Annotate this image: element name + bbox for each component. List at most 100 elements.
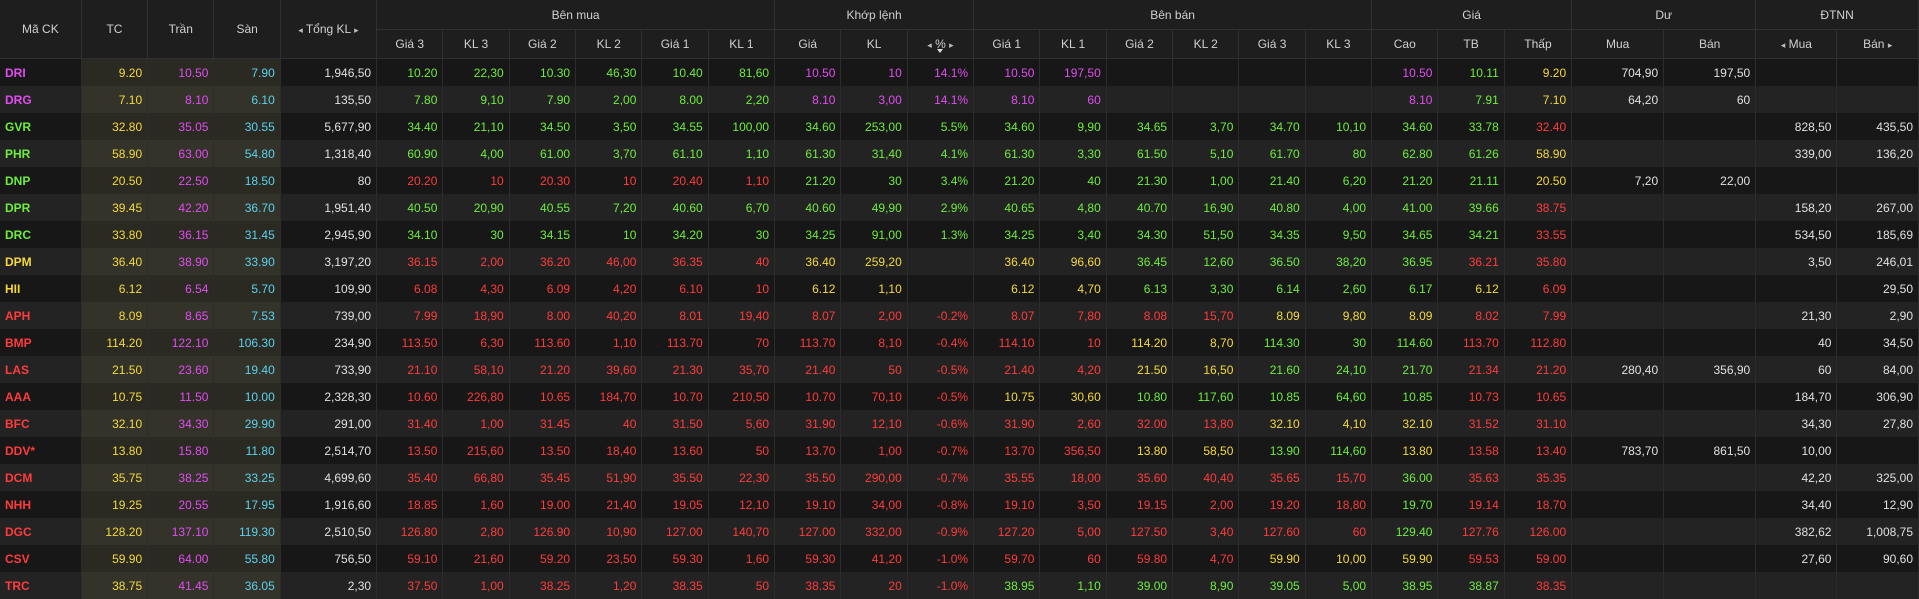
cell-floor-price: 54.80 xyxy=(214,140,280,167)
stock-row[interactable]: DPM36.4038.9033.903,197,2036.152,0036.20… xyxy=(0,248,1919,275)
cell-ceil-price: 63.00 xyxy=(148,140,214,167)
stock-row[interactable]: LAS21.5023.6019.40733,9021.1058,1021.203… xyxy=(0,356,1919,383)
stock-row[interactable]: DNP20.5022.5018.508020.201020.301020.401… xyxy=(0,167,1919,194)
cell-buy-p1: 20.40 xyxy=(642,167,708,194)
col-total-vol[interactable]: ◂ Tổng KL ▸ xyxy=(280,0,376,59)
col-buy-p3[interactable]: Giá 3 xyxy=(377,30,443,59)
cell-buy-p2: 34.15 xyxy=(509,221,575,248)
col-sell-v3[interactable]: KL 3 xyxy=(1305,30,1371,59)
cell-match-pct: -1.0% xyxy=(907,572,973,599)
cell-symbol[interactable]: TRC xyxy=(0,572,81,599)
col-foreign-buy[interactable]: ◂ Mua xyxy=(1756,30,1837,59)
stock-row[interactable]: DCM35.7538.2533.254,699,6035.4066,8035.4… xyxy=(0,464,1919,491)
stock-row[interactable]: GVR32.8035.0530.555,677,9034.4021,1034.5… xyxy=(0,113,1919,140)
cell-foreign-buy xyxy=(1756,86,1837,113)
cell-symbol[interactable]: AAA xyxy=(0,383,81,410)
col-high[interactable]: Cao xyxy=(1372,30,1438,59)
col-foreign-buy-label: Mua xyxy=(1789,37,1812,51)
group-residual: Dư xyxy=(1572,0,1756,30)
col-foreign-sell[interactable]: Bán ▸ xyxy=(1837,30,1919,59)
stock-row[interactable]: DRC33.8036.1531.452,945,9034.103034.1510… xyxy=(0,221,1919,248)
cell-buy-v2: 23,50 xyxy=(576,545,642,572)
cell-symbol[interactable]: DDV* xyxy=(0,437,81,464)
cell-symbol[interactable]: NHH xyxy=(0,491,81,518)
stock-row[interactable]: BFC32.1034.3029.90291,0031.401,0031.4540… xyxy=(0,410,1919,437)
stock-row[interactable]: CSV59.9064.0055.80756,5059.1021,6059.202… xyxy=(0,545,1919,572)
stock-row[interactable]: AAA10.7511.5010.002,328,3010.60226,8010.… xyxy=(0,383,1919,410)
cell-symbol[interactable]: BFC xyxy=(0,410,81,437)
cell-symbol[interactable]: DPM xyxy=(0,248,81,275)
cell-sell-p2: 36.45 xyxy=(1106,248,1172,275)
col-res-sell[interactable]: Bán xyxy=(1664,30,1756,59)
stock-row[interactable]: DDV*13.8015.8011.802,514,7013.50215,6013… xyxy=(0,437,1919,464)
cell-match-vol: 41,20 xyxy=(841,545,907,572)
scroll-right-icon[interactable]: ▸ xyxy=(354,25,359,35)
cell-symbol[interactable]: PHR xyxy=(0,140,81,167)
stock-row[interactable]: PHR58.9063.0054.801,318,4060.904,0061.00… xyxy=(0,140,1919,167)
col-res-buy[interactable]: Mua xyxy=(1572,30,1664,59)
col-sell-p3[interactable]: Giá 3 xyxy=(1239,30,1305,59)
cell-symbol[interactable]: DGC xyxy=(0,518,81,545)
col-sell-v1[interactable]: KL 1 xyxy=(1040,30,1106,59)
stock-row[interactable]: DGC128.20137.10119.302,510,50126.802,801… xyxy=(0,518,1919,545)
stock-row[interactable]: BMP114.20122.10106.30234,90113.506,30113… xyxy=(0,329,1919,356)
col-ref[interactable]: TC xyxy=(81,0,147,59)
stock-row[interactable]: NHH19.2520.5517.951,916,6018.851,6019.00… xyxy=(0,491,1919,518)
stock-row[interactable]: HII6.126.545.70109,906.084,306.094,206.1… xyxy=(0,275,1919,302)
cell-buy-v1: 19,40 xyxy=(708,302,774,329)
col-sell-p2[interactable]: Giá 2 xyxy=(1106,30,1172,59)
toggle-right-icon[interactable]: ▸ xyxy=(949,40,954,50)
cell-sell-p3: 21.60 xyxy=(1239,356,1305,383)
foreign-left-icon[interactable]: ◂ xyxy=(1781,40,1786,50)
foreign-right-icon[interactable]: ▸ xyxy=(1888,40,1893,50)
stock-row[interactable]: DPR39.4542.2036.701,951,4040.5020,9040.5… xyxy=(0,194,1919,221)
stock-row[interactable]: DRG7.108.106.10135,507.809,107.902,008.0… xyxy=(0,86,1919,113)
col-match-price[interactable]: Giá xyxy=(775,30,841,59)
cell-symbol[interactable]: DRG xyxy=(0,86,81,113)
col-avg[interactable]: TB xyxy=(1438,30,1504,59)
cell-res-sell xyxy=(1664,518,1756,545)
toggle-left-icon[interactable]: ◂ xyxy=(927,40,932,50)
col-buy-p1[interactable]: Giá 1 xyxy=(642,30,708,59)
col-buy-v2[interactable]: KL 2 xyxy=(576,30,642,59)
cell-ref-price: 21.50 xyxy=(81,356,147,383)
cell-symbol[interactable]: DCM xyxy=(0,464,81,491)
col-symbol[interactable]: Mã CK xyxy=(0,0,81,59)
stock-row[interactable]: APH8.098.657.53739,007.9918,908.0040,208… xyxy=(0,302,1919,329)
cell-symbol[interactable]: DPR xyxy=(0,194,81,221)
stock-row[interactable]: DRI9.2010.507.901,946,5010.2022,3010.304… xyxy=(0,59,1919,87)
cell-foreign-sell: 27,80 xyxy=(1837,410,1919,437)
cell-sell-v3: 9,50 xyxy=(1305,221,1371,248)
col-buy-p2[interactable]: Giá 2 xyxy=(509,30,575,59)
cell-res-sell xyxy=(1664,113,1756,140)
cell-symbol[interactable]: HII xyxy=(0,275,81,302)
scroll-left-icon[interactable]: ◂ xyxy=(298,25,303,35)
col-match-vol[interactable]: KL xyxy=(841,30,907,59)
cell-symbol[interactable]: DRI xyxy=(0,59,81,87)
cell-symbol[interactable]: BMP xyxy=(0,329,81,356)
cell-symbol[interactable]: DRC xyxy=(0,221,81,248)
cell-sell-v3: 9,80 xyxy=(1305,302,1371,329)
cell-buy-p2: 19.00 xyxy=(509,491,575,518)
cell-symbol[interactable]: DNP xyxy=(0,167,81,194)
cell-sell-v1: 4,70 xyxy=(1040,275,1106,302)
col-sell-p1[interactable]: Giá 1 xyxy=(974,30,1040,59)
cell-symbol[interactable]: LAS xyxy=(0,356,81,383)
cell-high: 38.95 xyxy=(1372,572,1438,599)
cell-symbol[interactable]: GVR xyxy=(0,113,81,140)
col-match-pct[interactable]: ◂ % ▸ xyxy=(907,30,973,59)
col-low[interactable]: Thấp xyxy=(1504,30,1571,59)
cell-buy-v1: 100,00 xyxy=(708,113,774,140)
col-buy-v1[interactable]: KL 1 xyxy=(708,30,774,59)
cell-buy-v3: 20,90 xyxy=(443,194,509,221)
cell-match-vol: 259,20 xyxy=(841,248,907,275)
col-sell-v2[interactable]: KL 2 xyxy=(1173,30,1239,59)
col-floor[interactable]: Sàn xyxy=(214,0,280,59)
cell-symbol[interactable]: CSV xyxy=(0,545,81,572)
cell-avg: 33.78 xyxy=(1438,113,1504,140)
stock-row[interactable]: TRC38.7541.4536.052,3037.501,0038.251,20… xyxy=(0,572,1919,599)
cell-floor-price: 33.25 xyxy=(214,464,280,491)
cell-symbol[interactable]: APH xyxy=(0,302,81,329)
col-ceil[interactable]: Trần xyxy=(148,0,214,59)
col-buy-v3[interactable]: KL 3 xyxy=(443,30,509,59)
